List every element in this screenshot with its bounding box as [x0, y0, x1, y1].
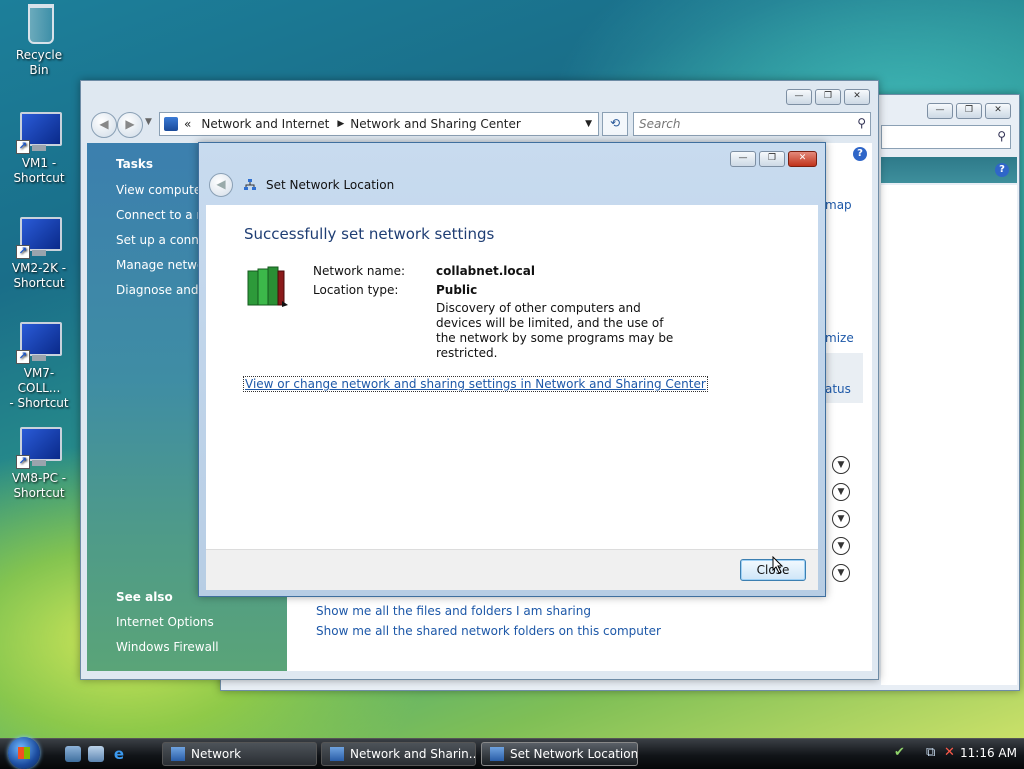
switch-windows-icon[interactable]	[88, 746, 104, 762]
desktop-icon-vm2[interactable]: ↗ VM2-2K - Shortcut	[6, 215, 72, 291]
search-icon: ⚲	[997, 129, 1006, 143]
network-icon	[490, 747, 504, 761]
volume-muted-icon[interactable]: ✕	[944, 745, 955, 760]
breadcrumb-separator: ▶	[337, 119, 345, 129]
network-status-icon[interactable]: ✔	[894, 745, 905, 760]
location-description: Discovery of other computers and devices…	[436, 301, 674, 360]
navigation-toolbar: ◀ ▶ ▼ « Network and Internet ▶ Network a…	[87, 109, 872, 139]
recent-pages-dropdown[interactable]: ▼	[145, 117, 152, 127]
maximize-button[interactable]: ❐	[815, 89, 841, 105]
desktop-icon-label: VM8-PC - Shortcut	[11, 471, 67, 500]
address-dropdown[interactable]: ▼	[585, 119, 592, 129]
maximize-button[interactable]: ❐	[956, 103, 982, 119]
search-icon: ⚲	[857, 116, 866, 130]
view-full-map-link[interactable]: map	[825, 198, 852, 212]
internet-explorer-icon[interactable]: e	[111, 746, 127, 762]
address-bar[interactable]: « Network and Internet ▶ Network and Sha…	[159, 112, 599, 136]
mouse-cursor-icon	[772, 556, 784, 574]
taskbar-button-label: Set Network Location	[510, 747, 638, 761]
back-button[interactable]: ◀	[209, 173, 233, 197]
breadcrumb-network-internet[interactable]: Network and Internet	[201, 117, 329, 131]
search-placeholder: Search	[639, 117, 681, 131]
desktop-icon-vm8[interactable]: ↗ VM8-PC - Shortcut	[6, 425, 72, 501]
show-shared-folders-link[interactable]: Show me all the shared network folders o…	[316, 624, 661, 638]
network-name-value: collabnet.local	[436, 264, 535, 278]
expand-chevron-icon[interactable]: ▼	[832, 483, 850, 501]
expand-chevron-icon[interactable]: ▼	[832, 537, 850, 555]
show-desktop-icon[interactable]	[65, 746, 81, 762]
close-button[interactable]: ✕	[788, 151, 817, 167]
customize-link[interactable]: mize	[825, 331, 854, 345]
desktop-icon-label: VM7-COLL... - Shortcut	[9, 366, 69, 410]
set-network-location-dialog[interactable]: — ❐ ✕ ◀ Set Network Location Successfull…	[198, 142, 826, 597]
expand-chevron-icon[interactable]: ▼	[832, 456, 850, 474]
tasks-heading: Tasks	[116, 157, 154, 171]
dialog-heading: Successfully set network settings	[244, 225, 495, 243]
location-type-value: Public	[436, 283, 478, 297]
network-icon	[330, 747, 344, 761]
maximize-button[interactable]: ❐	[759, 151, 785, 167]
breadcrumb-sharing-center[interactable]: Network and Sharing Center	[350, 117, 521, 131]
taskbar-button-label: Network and Sharin...	[350, 747, 476, 761]
expand-chevron-icon[interactable]: ▼	[832, 510, 850, 528]
desktop-icon-label: VM2-2K - Shortcut	[11, 261, 67, 290]
taskbar-button-sharing-center[interactable]: Network and Sharin...	[321, 742, 476, 766]
dialog-body: Successfully set network settings Networ…	[206, 205, 818, 549]
expand-chevron-icon[interactable]: ▼	[832, 564, 850, 582]
close-button[interactable]: ✕	[985, 103, 1011, 119]
taskbar-button-set-network-location[interactable]: Set Network Location	[481, 742, 638, 766]
windows-logo-icon	[18, 747, 30, 759]
search-input[interactable]: ⚲	[881, 125, 1011, 149]
desktop-icon-vm7[interactable]: ↗ VM7-COLL... - Shortcut	[6, 320, 72, 411]
close-button[interactable]: ✕	[844, 89, 870, 105]
minimize-button[interactable]: —	[730, 151, 756, 167]
control-panel-icon	[164, 117, 178, 131]
dialog-footer: Close	[206, 549, 818, 590]
taskbar-button-label: Network	[191, 747, 242, 761]
taskbar: e Network Network and Sharin... Set Netw…	[0, 737, 1024, 769]
see-also-heading: See also	[116, 590, 173, 604]
help-icon[interactable]: ?	[853, 147, 867, 161]
recycle-bin-icon	[16, 2, 62, 46]
search-input[interactable]: Search ⚲	[633, 112, 871, 136]
start-button[interactable]	[8, 737, 40, 769]
location-type-label: Location type:	[313, 283, 399, 297]
computer-shortcut-icon: ↗	[16, 110, 62, 154]
forward-button[interactable]: ▶	[117, 112, 143, 138]
network-icon	[244, 179, 256, 190]
desktop-icon-vm1[interactable]: ↗ VM1 - Shortcut	[6, 110, 72, 186]
desktop-icon-label: VM1 - Shortcut	[13, 156, 65, 185]
view-status-link[interactable]: atus	[825, 382, 851, 396]
dialog-title: Set Network Location	[266, 178, 395, 192]
desktop-icon-label: Recycle Bin	[15, 48, 63, 77]
computer-shortcut-icon: ↗	[16, 320, 62, 364]
view-sharing-settings-link[interactable]: View or change network and sharing setti…	[243, 376, 708, 392]
help-icon[interactable]: ?	[995, 163, 1009, 177]
computer-shortcut-icon: ↗	[16, 215, 62, 259]
minimize-button[interactable]: —	[927, 103, 953, 119]
breadcrumb-overflow[interactable]: «	[184, 117, 191, 131]
network-name-label: Network name:	[313, 264, 405, 278]
clock[interactable]: 11:16 AM	[960, 746, 1017, 760]
see-also-windows-firewall[interactable]: Windows Firewall	[116, 640, 287, 654]
command-bar: ?	[881, 157, 1017, 183]
minimize-button[interactable]: —	[786, 89, 812, 105]
desktop-icon-recycle-bin[interactable]: Recycle Bin	[6, 2, 72, 78]
network-icon[interactable]: ⧉	[926, 745, 935, 760]
taskbar-button-network[interactable]: Network	[162, 742, 317, 766]
see-also-internet-options[interactable]: Internet Options	[116, 615, 287, 629]
content-pane	[881, 185, 1017, 685]
computer-shortcut-icon: ↗	[16, 425, 62, 469]
public-network-books-icon	[247, 266, 288, 307]
refresh-button[interactable]: ⟲	[602, 112, 628, 136]
back-button[interactable]: ◀	[91, 112, 117, 138]
network-icon	[171, 747, 185, 761]
show-shared-files-link[interactable]: Show me all the files and folders I am s…	[316, 604, 591, 618]
